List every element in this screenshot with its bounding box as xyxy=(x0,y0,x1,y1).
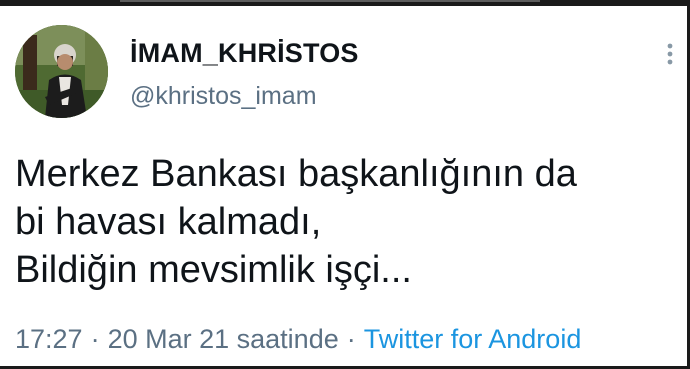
tweet-meta: 17:27 · 20 Mar 21 saatinde · Twitter for And… xyxy=(15,322,581,356)
meta-separator: · xyxy=(346,324,356,354)
tweet-text-line: Bildiğin mevsimlik işçi... xyxy=(15,249,412,291)
vertical-ellipsis-icon[interactable] xyxy=(664,40,676,70)
author-block: İMAM_KHRİSTOS @khristos_imam xyxy=(130,38,359,110)
avatar-image xyxy=(15,25,108,118)
tweet-date[interactable]: 20 Mar 21 saatinde xyxy=(108,324,339,354)
cropped-previous-text xyxy=(120,0,540,2)
user-handle[interactable]: @khristos_imam xyxy=(130,82,359,110)
tweet-source-link[interactable]: Twitter for Android xyxy=(364,324,582,354)
avatar[interactable] xyxy=(15,25,108,118)
top-edge xyxy=(0,0,690,6)
tweet-text-line: bi havası kalmadı, xyxy=(15,201,322,243)
tweet-text-line: Merkez Bankası başkanlığının da xyxy=(15,153,577,195)
meta-separator: · xyxy=(90,324,100,354)
tweet-time[interactable]: 17:27 xyxy=(15,324,83,354)
tweet-text: Merkez Bankası başkanlığının da bi havas… xyxy=(15,150,665,294)
display-name[interactable]: İMAM_KHRİSTOS xyxy=(130,38,359,68)
